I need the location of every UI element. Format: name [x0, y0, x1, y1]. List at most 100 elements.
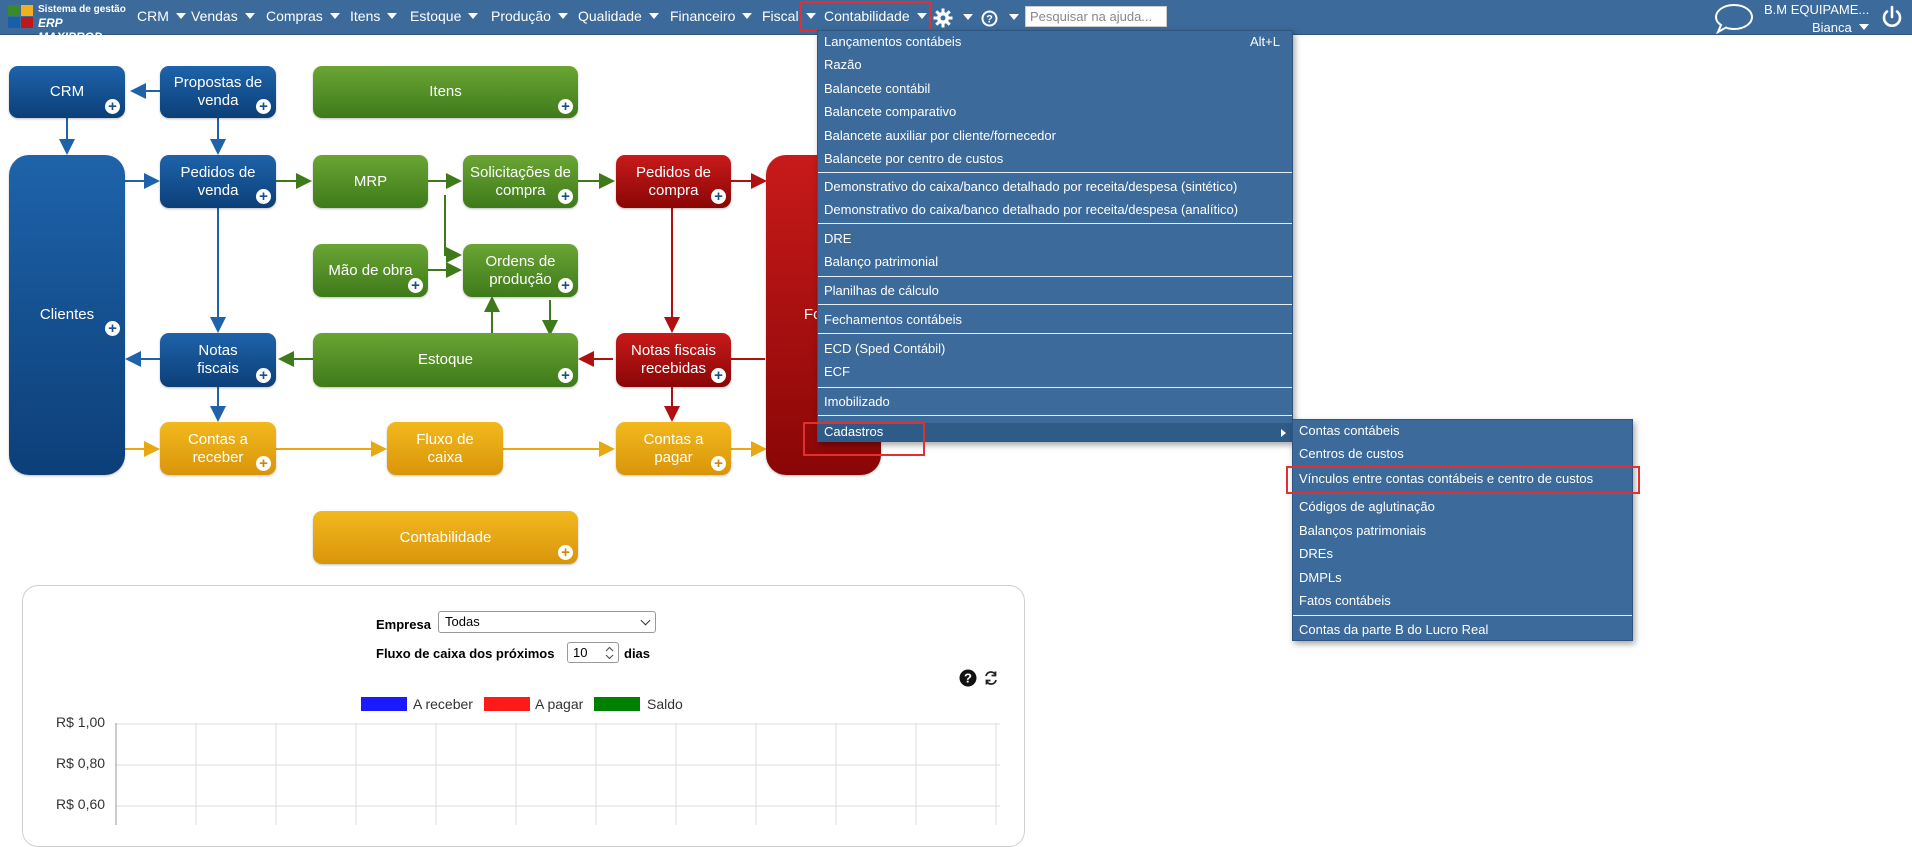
- node-label: Clientes: [39, 306, 95, 323]
- cadastros-submenu: Contas contábeis Centros de custos Víncu…: [1292, 419, 1633, 641]
- help-circle-icon[interactable]: ?: [959, 669, 977, 687]
- add-icon[interactable]: +: [558, 368, 573, 383]
- node-clientes[interactable]: Clientes +: [9, 155, 125, 475]
- user-menu[interactable]: Bianca: [1812, 20, 1869, 35]
- days-value: 10: [573, 645, 588, 660]
- node-label: Contabilidade: [399, 528, 492, 546]
- node-notas-fiscais[interactable]: Notas fiscais +: [160, 333, 276, 387]
- help-search-input[interactable]: [1025, 6, 1167, 27]
- node-fluxo-de-caixa[interactable]: Fluxo de caixa: [387, 422, 503, 475]
- menu-item-ecd[interactable]: ECD (Sped Contábil): [824, 341, 945, 356]
- menu-divider: [818, 333, 1292, 334]
- menu-divider: [818, 415, 1292, 416]
- submenu-item-dres[interactable]: DREs: [1299, 546, 1333, 561]
- fluxo-label: Fluxo de caixa dos próximos: [376, 646, 555, 661]
- menu-item-ecf[interactable]: ECF: [824, 364, 850, 379]
- legend-swatch-saldo: [594, 697, 640, 711]
- legend-a-receber: A receber: [413, 696, 473, 712]
- node-label: MRP: [353, 172, 388, 190]
- contabilidade-dropdown-menu: Alt+L Lançamentos contábeis Razão Balanc…: [817, 30, 1293, 442]
- add-icon[interactable]: +: [256, 368, 271, 383]
- user-name: Bianca: [1812, 20, 1852, 35]
- add-icon[interactable]: +: [711, 456, 726, 471]
- add-icon[interactable]: +: [408, 278, 423, 293]
- highlight-box-vinculos: [1286, 466, 1640, 494]
- legend-swatch-a-pagar: [484, 697, 530, 711]
- legend-saldo: Saldo: [647, 696, 683, 712]
- menu-divider: [1293, 615, 1632, 616]
- node-contas-a-pagar[interactable]: Contas a pagar +: [616, 422, 731, 475]
- node-propostas-de-venda[interactable]: Propostas de venda +: [160, 66, 276, 118]
- menu-item-dre[interactable]: DRE: [824, 231, 851, 246]
- node-pedidos-de-compra[interactable]: Pedidos de compra +: [616, 155, 731, 208]
- node-notas-fiscais-recebidas[interactable]: Notas fiscais recebidas +: [616, 333, 731, 387]
- menu-item-razao[interactable]: Razão: [824, 57, 862, 72]
- node-mrp[interactable]: MRP: [313, 155, 428, 208]
- menu-item-lancamentos-contabeis[interactable]: Lançamentos contábeis: [824, 34, 961, 49]
- company-name[interactable]: B.M EQUIPAME...: [1764, 2, 1869, 17]
- menu-item-imobilizado[interactable]: Imobilizado: [824, 394, 890, 409]
- shortcut-label: Alt+L: [1250, 34, 1280, 49]
- spinner-icon[interactable]: [605, 646, 614, 660]
- menu-item-fechamentos-contabeis[interactable]: Fechamentos contábeis: [824, 312, 962, 327]
- add-icon[interactable]: +: [558, 99, 573, 114]
- add-icon[interactable]: +: [256, 189, 271, 204]
- add-icon[interactable]: +: [256, 99, 271, 114]
- node-label: CRM: [49, 83, 85, 100]
- node-solicitacoes-de-compra[interactable]: Solicitações de compra +: [463, 155, 578, 208]
- menu-item-balancete-auxiliar[interactable]: Balancete auxiliar por cliente/fornecedo…: [824, 128, 1056, 143]
- node-crm[interactable]: CRM +: [9, 66, 125, 118]
- menu-divider: [818, 387, 1292, 388]
- menu-divider: [818, 223, 1292, 224]
- node-mao-de-obra[interactable]: Mão de obra +: [313, 244, 428, 297]
- y-tick-label: R$ 0,80: [56, 755, 106, 771]
- empresa-selected-value: Todas: [445, 614, 480, 629]
- submenu-item-contas-parte-b[interactable]: Contas da parte B do Lucro Real: [1299, 622, 1488, 637]
- node-contabilidade[interactable]: Contabilidade +: [313, 511, 578, 564]
- node-itens[interactable]: Itens +: [313, 66, 578, 118]
- node-label: Estoque: [417, 351, 474, 368]
- node-ordens-de-producao[interactable]: Ordens de produção +: [463, 244, 578, 297]
- submenu-item-codigos-aglutinacao[interactable]: Códigos de aglutinação: [1299, 499, 1435, 514]
- empresa-select[interactable]: Todas: [438, 611, 656, 633]
- submenu-item-fatos-contabeis[interactable]: Fatos contábeis: [1299, 593, 1391, 608]
- chart-plot-area: [115, 723, 1000, 825]
- menu-item-balancete-comparativo[interactable]: Balancete comparativo: [824, 104, 956, 119]
- add-icon[interactable]: +: [105, 321, 120, 336]
- submenu-item-balancos-patrimoniais[interactable]: Balanços patrimoniais: [1299, 523, 1426, 538]
- node-contas-a-receber[interactable]: Contas a receber +: [160, 422, 276, 475]
- menu-item-balancete-centro-custos[interactable]: Balancete por centro de custos: [824, 151, 1003, 166]
- days-stepper[interactable]: 10: [567, 642, 619, 663]
- submenu-item-contas-contabeis[interactable]: Contas contábeis: [1299, 423, 1399, 438]
- add-icon[interactable]: +: [256, 456, 271, 471]
- days-label: dias: [624, 646, 651, 661]
- menu-item-balanco-patrimonial[interactable]: Balanço patrimonial: [824, 254, 938, 269]
- add-icon[interactable]: +: [105, 99, 120, 114]
- refresh-icon[interactable]: [983, 670, 999, 686]
- help-caret-icon[interactable]: [1009, 14, 1019, 20]
- caret-down-icon: [1858, 24, 1869, 30]
- y-tick-label: R$ 0,60: [56, 796, 106, 812]
- menu-item-demonstrativo-analitico[interactable]: Demonstrativo do caixa/banco detalhado p…: [824, 202, 1238, 217]
- node-label: Fluxo de caixa: [416, 430, 474, 466]
- add-icon[interactable]: +: [558, 545, 573, 560]
- highlight-box-cadastros: [803, 422, 925, 456]
- power-icon[interactable]: [1880, 5, 1904, 29]
- menu-item-demonstrativo-sintetico[interactable]: Demonstrativo do caixa/banco detalhado p…: [824, 179, 1237, 194]
- submenu-item-dmpls[interactable]: DMPLs: [1299, 570, 1342, 585]
- node-estoque[interactable]: Estoque +: [313, 333, 578, 387]
- menu-item-planilhas-calculo[interactable]: Planilhas de cálculo: [824, 283, 939, 298]
- chevron-down-icon: [640, 615, 651, 626]
- node-pedidos-de-venda[interactable]: Pedidos de venda +: [160, 155, 276, 208]
- svg-text:?: ?: [964, 671, 972, 686]
- submenu-item-centros-de-custos[interactable]: Centros de custos: [1299, 446, 1404, 461]
- add-icon[interactable]: +: [711, 189, 726, 204]
- chat-icon[interactable]: [1713, 2, 1755, 34]
- add-icon[interactable]: +: [711, 368, 726, 383]
- menu-divider: [818, 304, 1292, 305]
- node-label: Mão de obra: [328, 261, 413, 279]
- add-icon[interactable]: +: [558, 189, 573, 204]
- menu-item-balancete-contabil[interactable]: Balancete contábil: [824, 81, 930, 96]
- legend-swatch-a-receber: [361, 697, 407, 711]
- add-icon[interactable]: +: [558, 278, 573, 293]
